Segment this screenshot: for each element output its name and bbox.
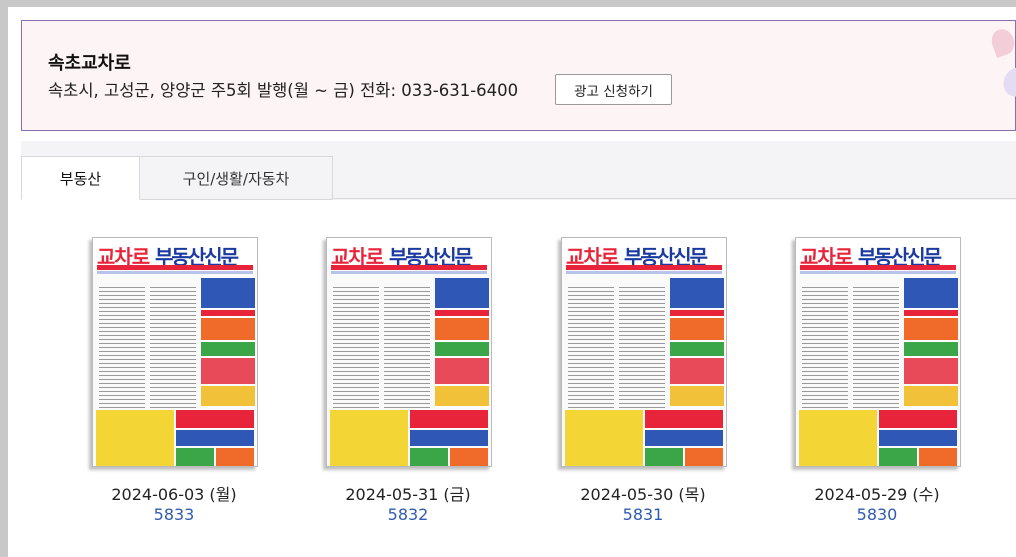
decorative-petal-icon bbox=[988, 26, 1016, 58]
ad-block bbox=[201, 310, 255, 316]
ad-block bbox=[670, 318, 724, 340]
article-column bbox=[568, 284, 614, 408]
ad-block bbox=[201, 386, 255, 406]
ad-block bbox=[645, 410, 723, 428]
ad-block bbox=[201, 318, 255, 340]
ad-block bbox=[879, 430, 957, 446]
article-column bbox=[99, 284, 145, 408]
ad-block bbox=[176, 410, 254, 428]
ad-block bbox=[201, 358, 255, 384]
masthead-subbar bbox=[331, 271, 487, 274]
issue-number-link[interactable]: 5833 bbox=[89, 505, 259, 524]
ad-block bbox=[645, 448, 683, 466]
masthead-bar bbox=[331, 265, 487, 270]
thumbnail-masthead: 교차로 부동산신문 bbox=[562, 238, 726, 269]
side-ads bbox=[201, 278, 255, 408]
issue-thumbnail[interactable]: 교차로 부동산신문 bbox=[795, 237, 961, 467]
ad-block bbox=[330, 410, 408, 466]
ad-block bbox=[216, 448, 254, 466]
issue-list: 교차로 부동산신문 2024-06-03 (월) 5833 교차로 부동산신문 … bbox=[21, 200, 1016, 557]
bottom-ads bbox=[96, 410, 256, 466]
ad-block bbox=[904, 318, 958, 340]
paper-description: 속초시, 고성군, 양양군 주5회 발행(월 ~ 금) 전화: 033-631-… bbox=[48, 81, 519, 100]
paper-header: 속초교차로 속초시, 고성군, 양양군 주5회 발행(월 ~ 금) 전화: 03… bbox=[21, 20, 1016, 131]
ad-block bbox=[799, 410, 877, 466]
ad-block bbox=[201, 342, 255, 356]
issue-number-link[interactable]: 5832 bbox=[323, 505, 493, 524]
ad-block bbox=[685, 448, 723, 466]
ad-block bbox=[435, 342, 489, 356]
ad-block bbox=[435, 358, 489, 384]
ad-block bbox=[410, 430, 488, 446]
ad-block bbox=[450, 448, 488, 466]
article-column bbox=[333, 284, 379, 408]
masthead-bar bbox=[800, 265, 956, 270]
issue-thumbnail[interactable]: 교차로 부동산신문 bbox=[92, 237, 258, 467]
ad-block bbox=[435, 318, 489, 340]
bottom-ads bbox=[799, 410, 959, 466]
tab-real-estate[interactable]: 부동산 bbox=[21, 156, 140, 200]
ad-block bbox=[410, 410, 488, 428]
masthead-subbar bbox=[97, 271, 253, 274]
bottom-ads bbox=[565, 410, 725, 466]
ad-block bbox=[565, 410, 643, 466]
tab-jobs-living-cars[interactable]: 구인/생활/자동차 bbox=[140, 156, 333, 200]
ad-block bbox=[670, 310, 724, 316]
issue-thumbnail[interactable]: 교차로 부동산신문 bbox=[561, 237, 727, 467]
decorative-petal-icon bbox=[998, 62, 1016, 102]
article-column bbox=[853, 284, 899, 408]
ad-block bbox=[904, 310, 958, 316]
issue-date: 2024-06-03 (월) bbox=[111, 485, 237, 504]
masthead-bar bbox=[566, 265, 722, 270]
side-ads bbox=[435, 278, 489, 408]
ad-block bbox=[670, 386, 724, 406]
side-ads bbox=[904, 278, 958, 408]
thumbnail-masthead: 교차로 부동산신문 bbox=[327, 238, 491, 269]
thumbnail-masthead: 교차로 부동산신문 bbox=[796, 238, 960, 269]
ad-block bbox=[670, 278, 724, 308]
ad-block bbox=[435, 386, 489, 406]
ad-block bbox=[904, 278, 958, 308]
issue-number-link[interactable]: 5831 bbox=[558, 505, 728, 524]
issue-number-link[interactable]: 5830 bbox=[792, 505, 962, 524]
ad-block bbox=[904, 342, 958, 356]
thumbnail-masthead: 교차로 부동산신문 bbox=[93, 238, 257, 269]
issue-date: 2024-05-29 (수) bbox=[814, 485, 940, 504]
ad-block bbox=[201, 278, 255, 308]
masthead-bar bbox=[97, 265, 253, 270]
ad-block bbox=[670, 342, 724, 356]
ad-block bbox=[904, 386, 958, 406]
ad-block bbox=[435, 310, 489, 316]
ad-block bbox=[904, 358, 958, 384]
paper-title: 속초교차로 bbox=[48, 53, 131, 74]
ad-block bbox=[176, 430, 254, 446]
masthead-subbar bbox=[566, 271, 722, 274]
ad-block bbox=[879, 448, 917, 466]
ad-block bbox=[410, 448, 448, 466]
side-ads bbox=[670, 278, 724, 408]
issue-date: 2024-05-30 (목) bbox=[580, 485, 706, 504]
ad-block bbox=[670, 358, 724, 384]
article-column bbox=[802, 284, 848, 408]
page-frame: 속초교차로 속초시, 고성군, 양양군 주5회 발행(월 ~ 금) 전화: 03… bbox=[8, 7, 1016, 557]
ad-block bbox=[96, 410, 174, 466]
ad-block bbox=[645, 430, 723, 446]
issue-date: 2024-05-31 (금) bbox=[345, 485, 471, 504]
ad-block bbox=[919, 448, 957, 466]
bottom-ads bbox=[330, 410, 490, 466]
ad-block bbox=[176, 448, 214, 466]
issue-thumbnail[interactable]: 교차로 부동산신문 bbox=[326, 237, 492, 467]
ad-apply-button[interactable]: 광고 신청하기 bbox=[555, 74, 672, 105]
article-column bbox=[619, 284, 665, 408]
article-column bbox=[150, 284, 196, 408]
ad-block bbox=[435, 278, 489, 308]
masthead-subbar bbox=[800, 271, 956, 274]
ad-block bbox=[879, 410, 957, 428]
tab-strip: 부동산 구인/생활/자동차 bbox=[21, 141, 1016, 200]
article-column bbox=[384, 284, 430, 408]
